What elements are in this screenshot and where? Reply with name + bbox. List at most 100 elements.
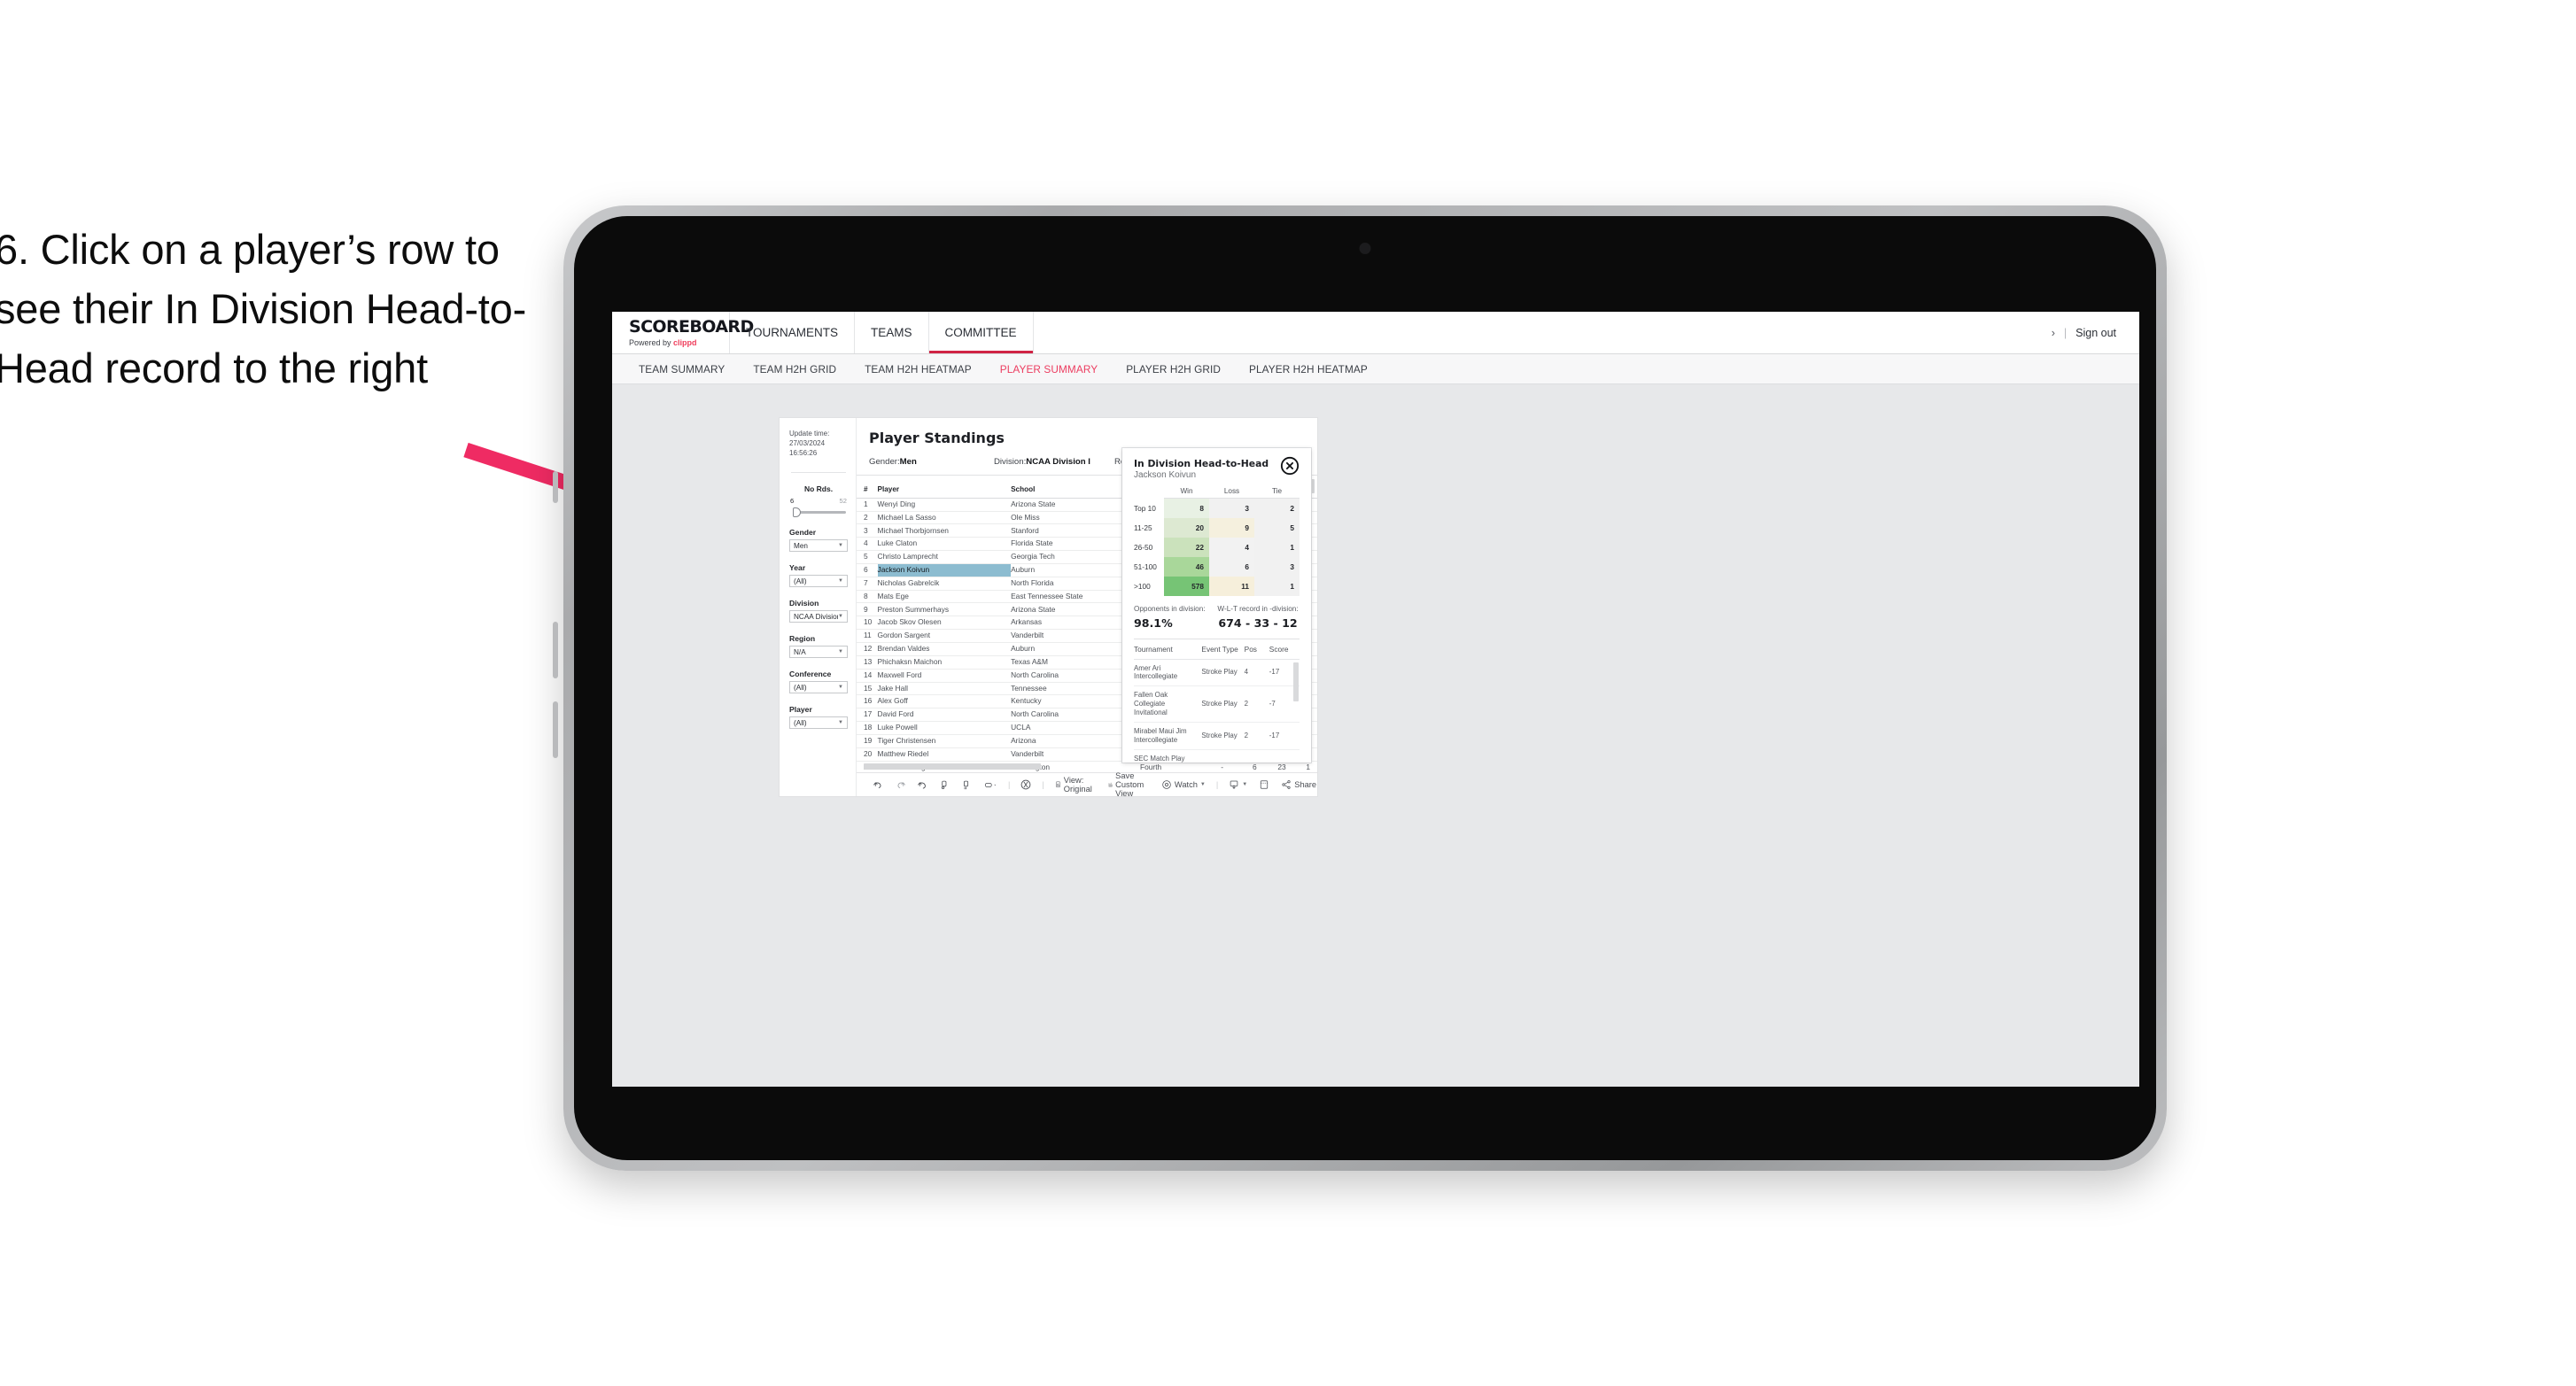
meta-gender-key: Gender: (869, 457, 900, 467)
download-button[interactable]: ▼ (1222, 779, 1253, 790)
meta-gender-value: Men (899, 457, 917, 467)
refresh-data-icon[interactable] (934, 779, 956, 791)
col-school[interactable]: School (1011, 476, 1140, 499)
tablet-volume-down-button (553, 622, 558, 678)
cell-rank: 10 (857, 616, 878, 631)
tab-player-h2h-grid[interactable]: PLAYER H2H GRID (1112, 363, 1235, 376)
cell-player: Michael Thorbjornsen (877, 523, 1012, 538)
watch-button[interactable]: Watch ▼ (1155, 779, 1212, 790)
cell-player: David Ford (877, 708, 1012, 723)
cell-score: -17 (1269, 722, 1300, 750)
slider-handle[interactable] (793, 507, 801, 518)
cell-player: Matthew Riedel (877, 747, 1012, 762)
filter-region-select[interactable]: N/A ▼ (789, 646, 848, 659)
h2h-matrix-header: Win Loss Tie (1134, 487, 1300, 499)
cell-rank: 18 (857, 721, 878, 735)
slider-track[interactable] (789, 507, 848, 518)
standings-horizontal-scrollbar[interactable] (864, 763, 1041, 770)
brand-logo[interactable]: SCOREBOARD Powered by clippd (612, 312, 754, 353)
fullscreen-icon[interactable] (1253, 779, 1275, 790)
update-time-value: 27/03/2024 16:56:26 (789, 438, 826, 457)
redo-icon[interactable] (889, 779, 912, 791)
account-chevron-icon[interactable]: › (2052, 327, 2055, 339)
filter-gender-value: Men (794, 541, 808, 550)
revert-icon[interactable] (912, 779, 934, 791)
tournament-table: Tournament Event Type Pos Score Amer Ari… (1134, 639, 1300, 763)
filter-year-value: (All) (794, 577, 807, 585)
tournament-list-scroll[interactable]: Tournament Event Type Pos Score Amer Ari… (1134, 638, 1300, 763)
h2h-col-win: Win (1164, 487, 1209, 499)
h2h-header: In Division Head-to-Head Jackson Koivun (1134, 456, 1300, 480)
cell-player: Brendan Valdes (877, 642, 1012, 656)
tab-team-summary[interactable]: TEAM SUMMARY (625, 363, 739, 376)
app-screen: SCOREBOARD Powered by clippd TOURNAMENTS… (612, 312, 2139, 1087)
h2h-col-tie: Tie (1254, 487, 1300, 499)
cell-rank: 19 (857, 734, 878, 748)
col-rank[interactable]: # (857, 476, 878, 499)
h2h-cell-win: 578 (1164, 576, 1209, 596)
clippd-name: clippd (673, 337, 697, 347)
h2h-cell-win: 20 (1164, 517, 1209, 538)
h2h-cell-tie: 5 (1254, 517, 1300, 538)
chevron-down-icon: ▼ (1242, 782, 1248, 787)
tab-player-summary[interactable]: PLAYER SUMMARY (986, 363, 1112, 376)
h2h-cell-win: 22 (1164, 537, 1209, 557)
list-item[interactable]: Fallen Oak Collegiate Invitational Stroke… (1134, 685, 1300, 723)
cell-player: Gordon Sargent (877, 629, 1012, 643)
brand-title: SCOREBOARD (629, 316, 754, 337)
cell-pos: Win (1244, 749, 1269, 763)
cell-rank: 5 (857, 550, 878, 564)
nav-tournaments[interactable]: TOURNAMENTS (730, 312, 856, 353)
chevron-down-icon: ▼ (1199, 782, 1206, 787)
filter-conference-select[interactable]: (All) ▼ (789, 681, 848, 694)
filter-player-select[interactable]: (All) ▼ (789, 716, 848, 730)
tab-team-h2h-heatmap[interactable]: TEAM H2H HEATMAP (850, 363, 986, 376)
head-to-head-panel: In Division Head-to-Head Jackson Koivun … (1122, 448, 1311, 763)
close-icon[interactable] (1280, 456, 1300, 480)
sign-out-link[interactable]: Sign out (2076, 327, 2116, 339)
view-original-button[interactable]: View: Original (1049, 776, 1102, 794)
tournament-vertical-scrollbar[interactable] (1293, 662, 1299, 701)
filter-year: Year (All) ▼ (789, 563, 848, 588)
share-button[interactable]: Share (1275, 779, 1323, 790)
no-rounds-slider[interactable]: No Rds. 6 52 (789, 484, 848, 518)
h2h-summary-stats: Opponents in division: 98.1% W-L-T recor… (1134, 605, 1300, 630)
filter-division-value: NCAA Division I (794, 612, 838, 621)
cell-player: Jake Hall (877, 682, 1012, 696)
tournament-body: Amer Ari Intercollegiate Stroke Play 4 -17 F… (1134, 659, 1300, 763)
cell-school: Auburn (1011, 563, 1140, 577)
wlt-record-stat: W-L-T record in -division: 674 - 33 - 12 (1216, 605, 1300, 630)
cell-rank: 14 (857, 669, 878, 683)
h2h-matrix-table: Win Loss Tie Top 10 8 3 2 11-25 20 9 5 26-50 22 4 1… (1134, 487, 1300, 596)
highlight-icon[interactable] (1014, 778, 1037, 791)
undo-icon[interactable] (867, 779, 889, 791)
filter-gender-select[interactable]: Men ▼ (789, 539, 848, 553)
list-item[interactable]: Mirabel Maui Jim Intercollegiate Stroke P… (1134, 722, 1300, 750)
filter-region-value: N/A (794, 647, 806, 656)
save-custom-view-button[interactable]: Save Custom View (1102, 771, 1155, 798)
nav-teams[interactable]: TEAMS (855, 312, 929, 353)
h2h-row-label: 11-25 (1134, 517, 1164, 538)
cell-player: Michael La Sasso (877, 511, 1012, 525)
pause-refresh-icon[interactable] (956, 779, 978, 791)
cell-rank: 16 (857, 694, 878, 709)
nav-committee[interactable]: COMMITTEE (929, 312, 1034, 353)
cell-rank: 15 (857, 682, 878, 696)
cell-rank: 2 (857, 511, 878, 525)
toolbar-divider: | (1008, 780, 1011, 789)
list-item[interactable]: SEC Match Play hosted by Jerry Pate Roun… (1134, 749, 1300, 763)
cell-rank: 11 (857, 629, 878, 643)
h2h-matrix-row: 26-50 22 4 1 (1134, 537, 1300, 557)
cell-player: Maxwell Ford (877, 669, 1012, 683)
meta-gender: Gender: Men (869, 457, 994, 467)
front-camera-icon (1359, 243, 1371, 254)
tab-team-h2h-grid[interactable]: TEAM H2H GRID (739, 363, 850, 376)
cell-player: Alex Goff (877, 694, 1012, 709)
col-event-type: Event Type (1201, 639, 1245, 660)
list-item[interactable]: Amer Ari Intercollegiate Stroke Play 4 -17 (1134, 659, 1300, 687)
filter-year-select[interactable]: (All) ▼ (789, 575, 848, 588)
tab-player-h2h-heatmap[interactable]: PLAYER H2H HEATMAP (1235, 363, 1382, 376)
filter-division-select[interactable]: NCAA Division I ▼ (789, 610, 848, 623)
pause-auto-update-icon[interactable] (978, 779, 1004, 791)
col-player[interactable]: Player (877, 476, 1012, 499)
